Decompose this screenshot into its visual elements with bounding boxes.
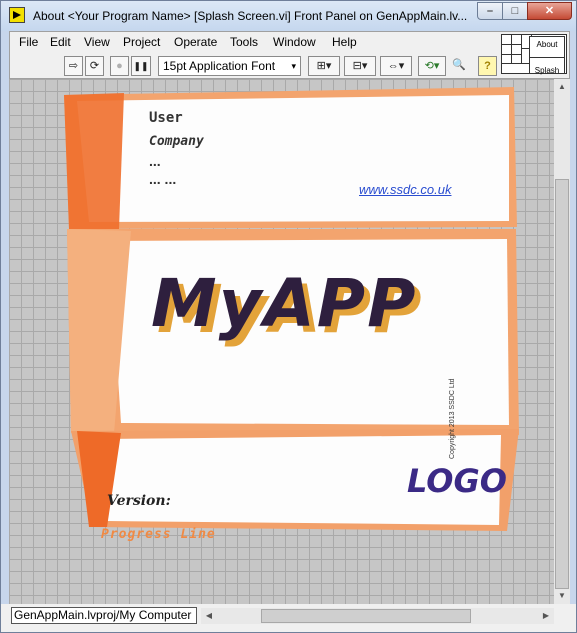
labview-app-icon[interactable] — [9, 7, 25, 23]
align-objects-icon[interactable]: ⊞▾ — [308, 56, 340, 76]
menu-edit[interactable]: Edit — [50, 35, 71, 49]
menu-toolbar-area: File Edit View Project Operate Tools Win… — [9, 31, 570, 79]
website-link[interactable]: www.ssdc.co.uk — [359, 182, 451, 197]
version-label: Version: — [107, 493, 171, 509]
copyright-text: Copyright 2013 SSDC Ltd — [449, 378, 456, 459]
placeholder-dots-1: ... — [149, 153, 161, 169]
reorder-icon[interactable]: ⟲▾ — [418, 56, 446, 76]
labview-window: About <Your Program Name> [Splash Screen… — [0, 0, 577, 633]
menu-tools[interactable]: Tools — [230, 35, 258, 49]
minimize-button[interactable]: ⎯ — [477, 2, 503, 20]
menu-view[interactable]: View — [84, 35, 110, 49]
close-button[interactable]: ✕ — [527, 2, 572, 20]
placeholder-dots-2: ... ... — [149, 171, 177, 187]
horizontal-scrollbar[interactable]: ◀ ▶ — [201, 608, 554, 624]
resize-objects-icon[interactable]: ⇔▾ — [380, 56, 412, 76]
menu-window[interactable]: Window — [273, 35, 316, 49]
run-continuously-icon[interactable]: ⟳ — [85, 56, 104, 76]
vi-icon[interactable]: About Splash — [529, 36, 565, 75]
vi-icon-line2: Splash — [530, 57, 564, 75]
progress-line-label: Progress Line — [101, 527, 216, 542]
toolbar: ⇨ ⟳ ● ❚❚ 15pt Application Font ▾ ⊞▾ ⊟▾ ⇔… — [10, 54, 500, 78]
run-arrow-icon[interactable]: ⇨ — [64, 56, 83, 76]
logo-text: LOGO — [407, 462, 507, 500]
vi-icon-line1: About — [536, 40, 558, 49]
scroll-left-icon[interactable]: ◀ — [201, 608, 217, 624]
scroll-up-icon[interactable]: ▲ — [554, 79, 570, 95]
scroll-right-icon[interactable]: ▶ — [538, 608, 554, 624]
user-label: User — [149, 110, 183, 126]
font-selector-label: 15pt Application Font — [163, 59, 276, 73]
status-bar: GenAppMain.lvproj/My Computer ◀ ▶ — [1, 604, 576, 632]
menu-operate[interactable]: Operate — [174, 35, 217, 49]
splash-top-band — [77, 95, 509, 222]
search-icon[interactable]: 🔍 — [447, 56, 471, 76]
horizontal-scroll-thumb[interactable] — [261, 609, 471, 623]
app-name: MyAPP — [151, 265, 418, 342]
window-title: About <Your Program Name> [Splash Screen… — [33, 9, 468, 23]
title-bar[interactable]: About <Your Program Name> [Splash Screen… — [1, 1, 576, 31]
project-path-field[interactable]: GenAppMain.lvproj/My Computer — [11, 607, 197, 624]
font-selector[interactable]: 15pt Application Font ▾ — [158, 56, 301, 76]
front-panel-canvas[interactable]: User Company ... ... ... www.ssdc.co.uk … — [9, 79, 554, 604]
company-label: Company — [149, 134, 204, 149]
context-help-icon[interactable]: ? — [478, 56, 497, 76]
chevron-down-icon: ▾ — [291, 61, 296, 71]
menu-project[interactable]: Project — [123, 35, 160, 49]
menu-file[interactable]: File — [19, 35, 38, 49]
abort-icon[interactable]: ● — [110, 56, 129, 76]
vertical-scroll-thumb[interactable] — [555, 179, 569, 589]
maximize-button[interactable]: □ — [502, 2, 528, 20]
distribute-objects-icon[interactable]: ⊟▾ — [344, 56, 376, 76]
menu-help[interactable]: Help — [332, 35, 357, 49]
vertical-scrollbar[interactable]: ▲ ▼ — [554, 79, 570, 604]
pause-icon[interactable]: ❚❚ — [131, 56, 151, 76]
scroll-down-icon[interactable]: ▼ — [554, 588, 570, 604]
